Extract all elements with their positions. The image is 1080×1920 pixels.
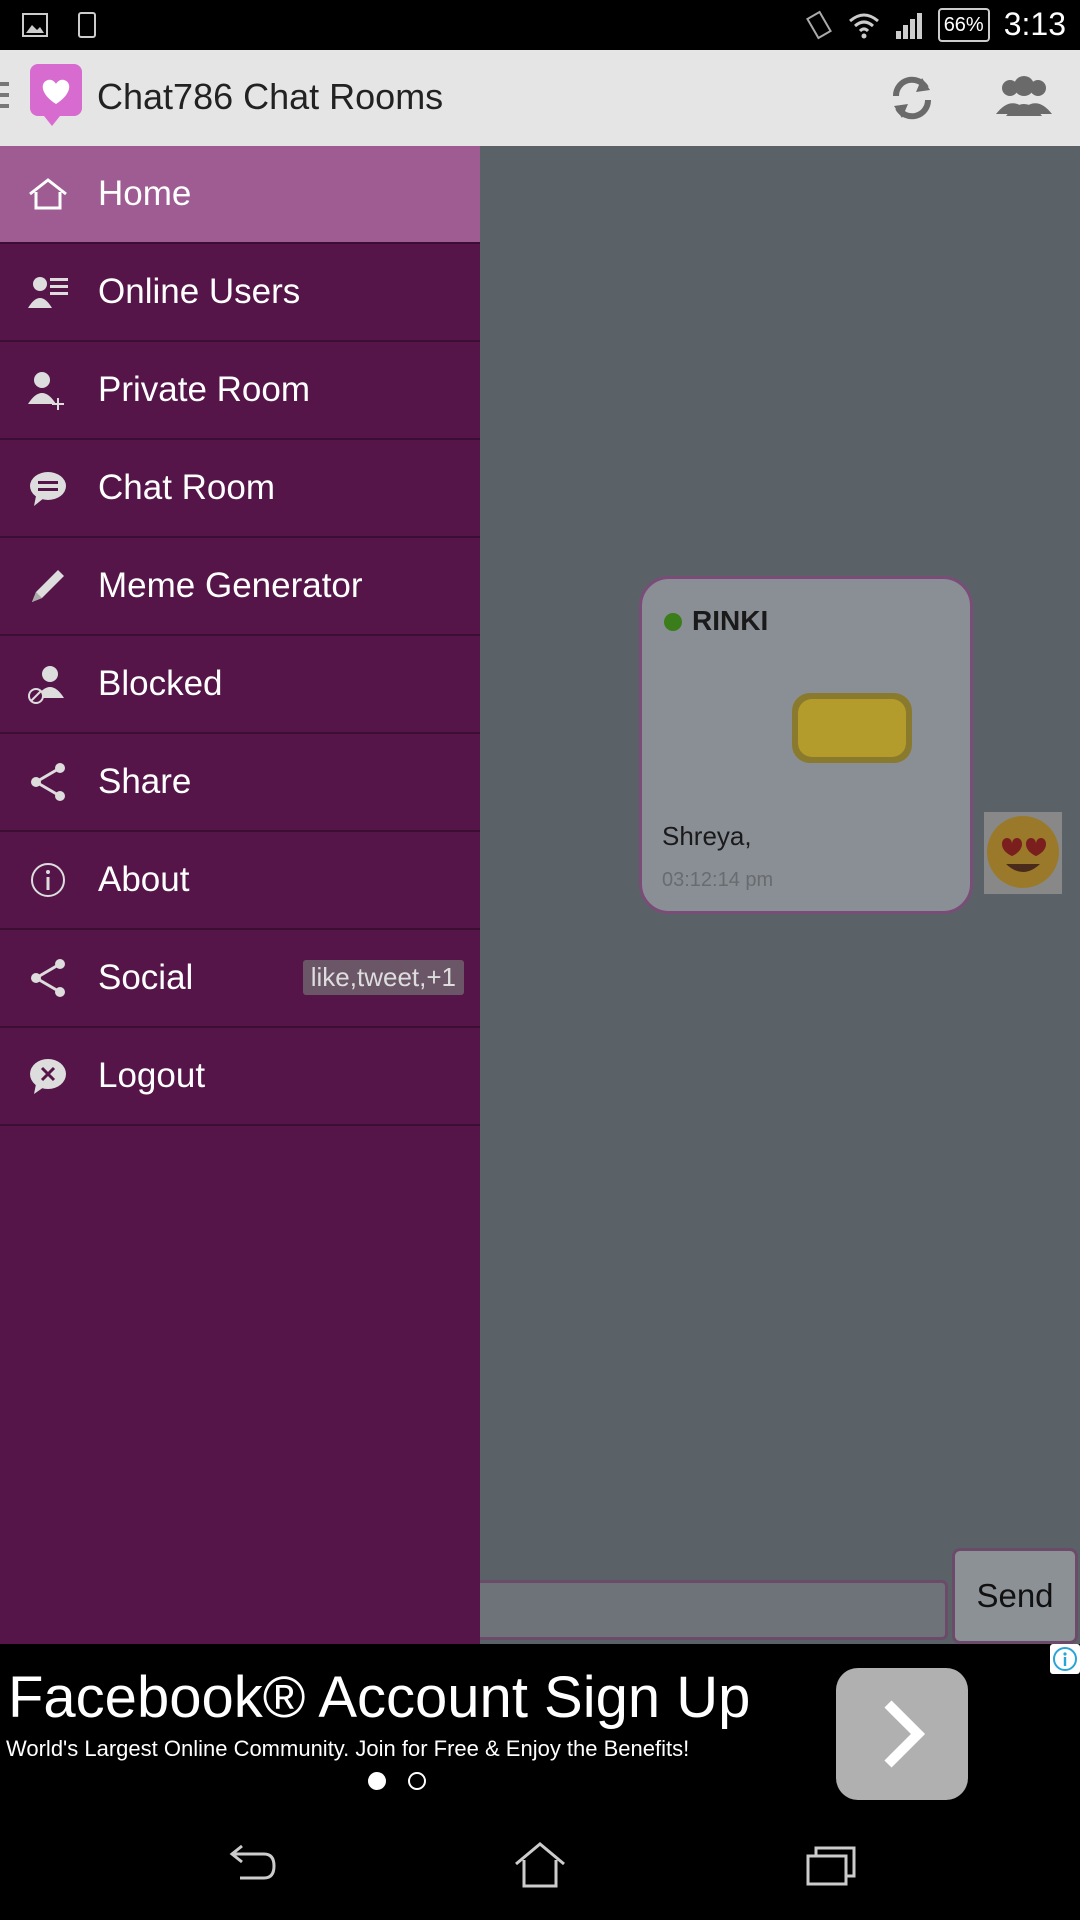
drawer-item-label: Private Room (98, 370, 311, 409)
send-button[interactable]: Send (952, 1548, 1078, 1644)
signal-icon (895, 12, 922, 39)
online-status-icon (664, 613, 682, 631)
recents-icon (806, 1846, 856, 1886)
phone-notification-icon (78, 12, 96, 38)
share-icon (31, 763, 65, 801)
wifi-icon (848, 13, 879, 38)
sender-avatar[interactable] (984, 812, 1062, 894)
online-users-icon (28, 277, 68, 308)
drawer-item-chat-room[interactable]: Chat Room (0, 440, 480, 538)
carousel-dot[interactable] (408, 1772, 426, 1790)
navigation-drawer: Home Online Users Private Room Chat Room… (0, 146, 480, 1644)
home-icon (29, 178, 67, 210)
home-icon (515, 1842, 565, 1888)
drawer-item-label: Home (98, 174, 192, 213)
drawer-toggle-icon[interactable] (0, 82, 9, 115)
carousel-dot-active[interactable] (368, 1772, 386, 1790)
users-button[interactable] (992, 68, 1056, 128)
drawer-item-label: Chat Room (98, 468, 276, 507)
social-badge: like,tweet,+1 (302, 960, 464, 995)
home-button[interactable] (510, 1840, 570, 1890)
drawer-item-label: Online Users (98, 272, 301, 311)
add-user-icon (28, 372, 64, 410)
chat-message[interactable]: RINKI Shreya, 03:12:14 pm (639, 576, 973, 914)
message-time: 03:12:14 pm (662, 869, 774, 891)
refresh-icon (892, 76, 932, 120)
drawer-item-about[interactable]: About (0, 832, 480, 930)
message-text: Shreya, (662, 821, 752, 851)
drawer-item-label: Logout (98, 1056, 206, 1095)
app-bar: Chat786 Chat Rooms (0, 50, 1080, 148)
chat-bubble-icon (30, 472, 66, 506)
app-logo[interactable] (30, 64, 82, 126)
clock: 3:13 (1003, 6, 1066, 42)
drawer-item-label: Social (98, 958, 194, 997)
app-title: Chat786 Chat Rooms (97, 76, 444, 117)
drawer-item-label: About (98, 860, 190, 899)
back-button[interactable] (220, 1840, 280, 1890)
drawer-item-private-room[interactable]: Private Room (0, 342, 480, 440)
heart-eyes-emoji-icon (987, 816, 1059, 888)
drawer-item-social[interactable]: Social like,tweet,+1 (0, 930, 480, 1028)
drawer-item-label: Blocked (98, 664, 223, 703)
ad-subtext: World's Largest Online Community. Join f… (6, 1736, 690, 1761)
info-icon (31, 863, 65, 897)
drawer-item-meme-generator[interactable]: Meme Generator (0, 538, 480, 636)
drawer-item-label: Share (98, 762, 192, 801)
ad-banner[interactable]: Facebook® Account Sign Up World's Larges… (0, 1644, 1080, 1810)
share-icon (31, 959, 65, 997)
group-icon (996, 76, 1052, 116)
battery-indicator: 66% (937, 7, 990, 42)
message-input[interactable] (470, 1580, 948, 1640)
drawer-item-share[interactable]: Share (0, 734, 480, 832)
blocked-user-icon (28, 666, 64, 704)
drawer-item-logout[interactable]: Logout (0, 1028, 480, 1126)
ad-open-button[interactable] (836, 1668, 968, 1800)
pencil-icon (32, 570, 64, 602)
recents-button[interactable] (800, 1840, 860, 1890)
message-username: RINKI (692, 605, 769, 636)
heart-icon (42, 79, 70, 104)
drawer-item-blocked[interactable]: Blocked (0, 636, 480, 734)
drawer-item-online-users[interactable]: Online Users (0, 244, 480, 342)
status-bar: 66% 3:13 (0, 0, 1080, 50)
system-nav-bar (0, 1810, 1080, 1920)
miss-you-sticker (792, 693, 912, 763)
chevron-right-icon (884, 1700, 926, 1768)
logout-icon (30, 1059, 66, 1094)
ad-headline: Facebook® Account Sign Up (8, 1665, 751, 1730)
drawer-item-label: Meme Generator (98, 566, 363, 605)
info-icon (1053, 1647, 1077, 1671)
refresh-button[interactable] (882, 68, 942, 128)
drawer-item-home[interactable]: Home (0, 146, 480, 244)
gallery-notification-icon (22, 13, 48, 37)
vibrate-icon (805, 10, 832, 39)
back-icon (229, 1844, 276, 1880)
ad-choices-icon[interactable] (1050, 1644, 1080, 1674)
